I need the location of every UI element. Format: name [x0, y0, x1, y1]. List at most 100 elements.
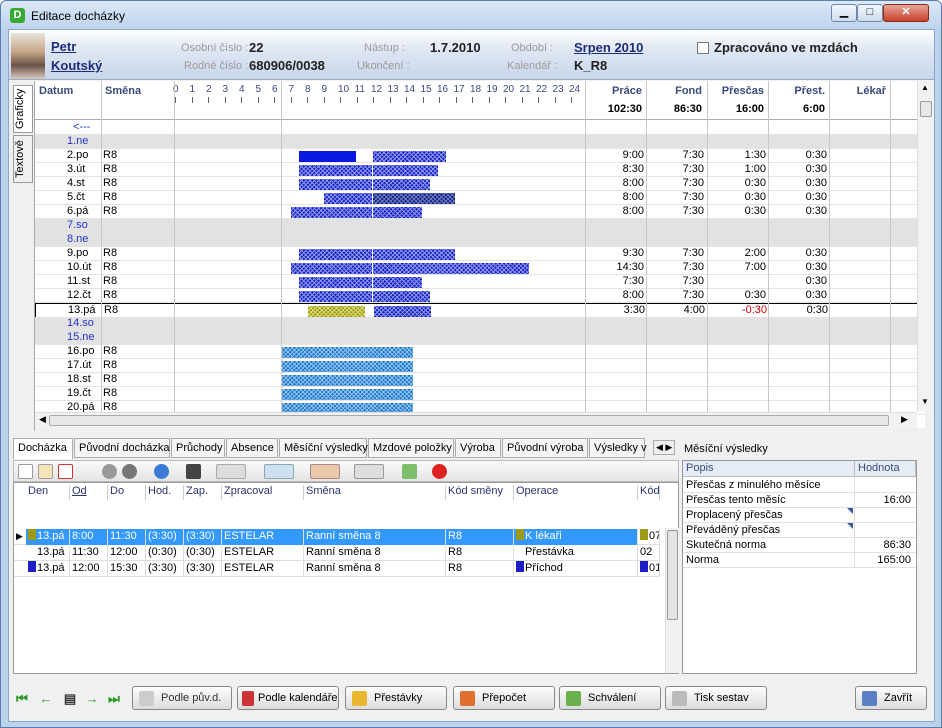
minimize-button[interactable]: ▁ — [831, 4, 857, 22]
shift-bar[interactable] — [282, 347, 414, 358]
podle-kalendare-button[interactable]: Podle kalendáře — [237, 686, 339, 710]
detail-row[interactable]: 13.pá 12:00 15:30 (3:30) (3:30) ESTELAR Ranní … — [14, 561, 660, 577]
bottom-tab-4[interactable]: Měsíční výsledky — [279, 438, 368, 458]
go-record-icon[interactable]: ▤ — [63, 692, 77, 706]
bottom-tab-6[interactable]: Výroba — [455, 438, 501, 458]
monthly-row[interactable]: Převáděný přesčas — [683, 523, 916, 538]
prepocet-button[interactable]: Přepočet — [453, 686, 555, 710]
bottom-tab-7[interactable]: Původní výroba — [502, 438, 588, 458]
schvaleni-button[interactable]: Schválení — [559, 686, 661, 710]
monthly-row[interactable]: Přesčas z minulého měsíce — [683, 478, 916, 493]
shift-bar[interactable] — [290, 207, 372, 218]
shift-bar[interactable] — [373, 165, 438, 176]
grid-row[interactable]: 16.po R8 — [35, 345, 925, 359]
bottom-tab-1[interactable]: Původní docházka — [74, 438, 170, 458]
monthly-row[interactable]: Proplacený přesčas — [683, 508, 916, 523]
shift-bar[interactable] — [298, 179, 372, 190]
grid-row[interactable]: 7.so — [35, 219, 925, 233]
shift-bar[interactable] — [373, 277, 422, 288]
detail-row[interactable]: ▶ 13.pá 8:00 11:30 (3:30) (3:30) ESTELAR Ranní … — [14, 529, 660, 545]
grid-vertical-scrollbar[interactable]: ▲ ▼ — [917, 81, 934, 411]
scroll-right-icon[interactable]: ▶ — [901, 414, 908, 425]
grid-row[interactable]: <--- — [35, 121, 925, 135]
cancel-icon[interactable] — [122, 464, 137, 479]
totals-header-3[interactable]: Přest. — [770, 85, 825, 97]
grid-row[interactable]: 15.ne — [35, 331, 925, 345]
detail-grid[interactable]: Den Od Do Hod. Zap. Zpracoval Směna Kód směny Op… — [13, 482, 679, 674]
shift-bar[interactable] — [308, 306, 365, 317]
print-icon[interactable] — [354, 464, 384, 479]
hscroll-thumb[interactable] — [49, 415, 889, 426]
last-name-link[interactable]: Koutský — [51, 58, 102, 73]
zavrit-button[interactable]: Zavřít — [855, 686, 927, 710]
grid-row[interactable]: 4.st R8 8:00 7:30 0:30 0:30 — [35, 177, 925, 191]
monthly-row[interactable]: Skutečná norma 86:30 — [683, 538, 916, 553]
monthly-row[interactable]: Přesčas tento měsíc 16:00 — [683, 493, 916, 508]
shift-bar[interactable] — [373, 179, 430, 190]
scroll-up-icon[interactable]: ▲ — [921, 83, 929, 92]
shift-bar[interactable] — [323, 193, 372, 204]
detail-header-6[interactable]: Směna — [304, 485, 446, 500]
grid-horizontal-scrollbar[interactable]: ◀ ▶ — [35, 412, 917, 428]
delete-icon[interactable] — [58, 464, 73, 479]
scroll-left-icon[interactable]: ◀ — [39, 414, 46, 425]
last-record-icon[interactable]: ⏭ — [107, 692, 121, 706]
shift-bar[interactable] — [298, 249, 372, 260]
bottom-tab-3[interactable]: Absence — [226, 438, 278, 458]
shift-bar[interactable] — [374, 306, 431, 317]
prev-record-icon[interactable]: ← — [39, 692, 53, 706]
detail-row[interactable]: 13.pá 11:30 12:00 (0:30) (0:30) ESTELAR Ranní … — [14, 545, 660, 561]
columns-icon[interactable] — [310, 464, 340, 479]
detail-header-8[interactable]: Operace — [514, 485, 638, 500]
sort-icon[interactable] — [216, 464, 246, 479]
detail-header-4[interactable]: Zap. — [184, 485, 222, 500]
first-name-link[interactable]: Petr — [51, 39, 76, 54]
monthly-col-popis[interactable]: Popis — [683, 461, 855, 477]
shift-bar[interactable] — [298, 291, 372, 302]
edit-icon[interactable] — [38, 464, 53, 479]
shift-bar[interactable] — [298, 165, 372, 176]
grid-row[interactable]: 11.st R8 7:30 7:30 0:30 — [35, 275, 925, 289]
tab-graficky[interactable]: Graficky — [13, 85, 33, 133]
grid-row[interactable]: 14.so — [35, 317, 925, 331]
grid-row[interactable]: 6.pá R8 8:00 7:30 0:30 0:30 — [35, 205, 925, 219]
grid-row[interactable]: 8.ne — [35, 233, 925, 247]
totals-header-1[interactable]: Fond — [647, 85, 702, 97]
attendance-grid[interactable]: Datum Směna 0 1 2 3 4 5 6 7 8 9 10 11 12 13 14 15 16 17 18… — [35, 81, 925, 428]
detail-scroll-thumb[interactable] — [667, 530, 678, 620]
totals-header-2[interactable]: Přesčas — [709, 85, 764, 97]
scroll-thumb[interactable] — [920, 101, 932, 117]
detail-header-1[interactable]: Od — [70, 485, 108, 500]
detail-header-5[interactable]: Zpracoval — [222, 485, 304, 500]
grid-row[interactable]: 19.čt R8 — [35, 387, 925, 401]
processed-checkbox[interactable] — [697, 42, 709, 54]
shift-bar[interactable] — [373, 193, 455, 204]
grid-row[interactable]: 1.ne — [35, 135, 925, 149]
grid-row[interactable]: 3.út R8 8:30 7:30 1:00 0:30 — [35, 163, 925, 177]
tabs-scroll-icon[interactable]: ◀ ▶ — [653, 440, 676, 455]
monthly-row[interactable]: Norma 165:00 — [683, 553, 916, 568]
shift-bar[interactable] — [282, 375, 414, 386]
grid-row[interactable]: 13.pá R8 3:30 4:00 -0:30 0:30 — [35, 303, 925, 318]
bottom-tab-2[interactable]: Průchody — [171, 438, 225, 458]
find-icon[interactable] — [186, 464, 201, 479]
refresh-icon[interactable] — [154, 464, 169, 479]
podle-puv-button[interactable]: Podle pův.d. — [132, 686, 232, 710]
tab-textove[interactable]: Textově — [13, 135, 33, 183]
bottom-tab-8[interactable]: Výsledky v — [589, 438, 647, 458]
grid-row[interactable]: 2.po R8 9:00 7:30 1:30 0:30 — [35, 149, 925, 163]
detail-header-0[interactable]: Den — [26, 485, 70, 500]
scroll-down-icon[interactable]: ▼ — [921, 397, 929, 406]
shift-bar[interactable] — [373, 151, 447, 162]
detail-header-9[interactable]: Kód — [638, 485, 660, 500]
detail-header-7[interactable]: Kód směny — [446, 485, 514, 500]
grid-row[interactable]: 12.čt R8 8:00 7:30 0:30 0:30 — [35, 289, 925, 303]
close-button[interactable]: ✕ — [883, 4, 929, 22]
shift-bar[interactable] — [373, 263, 529, 274]
stop-icon[interactable] — [432, 464, 447, 479]
shift-bar[interactable] — [290, 263, 372, 274]
grid-row[interactable]: 10.út R8 14:30 7:30 7:00 0:30 — [35, 261, 925, 275]
shift-bar[interactable] — [282, 361, 414, 372]
filter-icon[interactable] — [264, 464, 294, 479]
bottom-tab-5[interactable]: Mzdové položky — [368, 438, 454, 458]
